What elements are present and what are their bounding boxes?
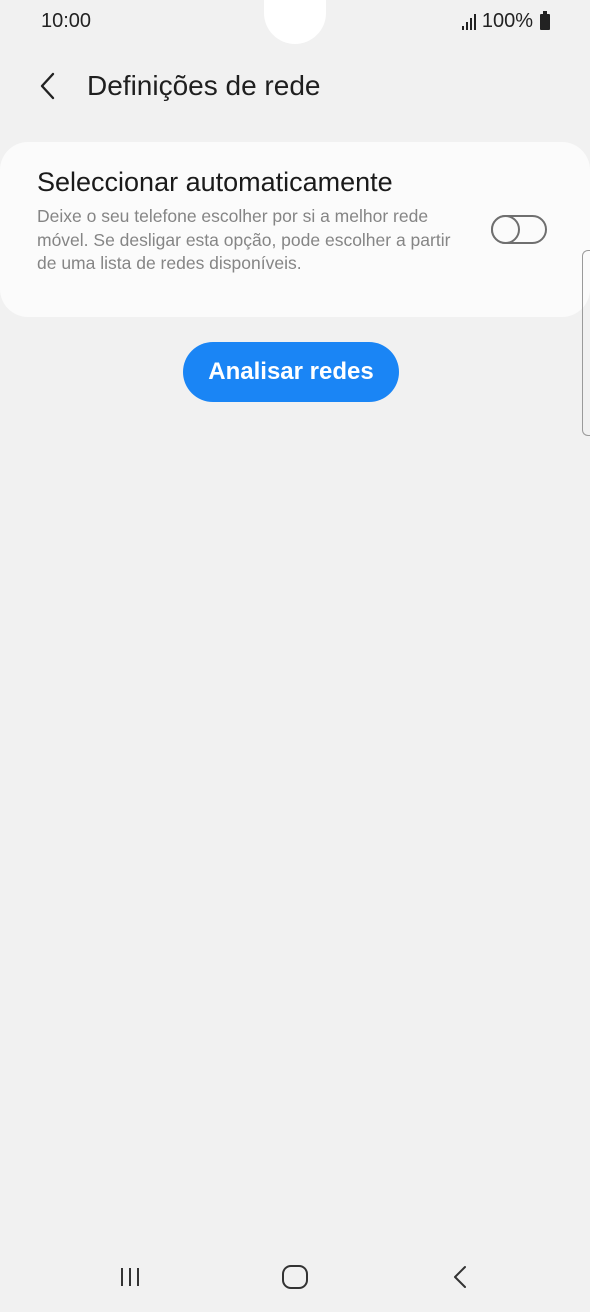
auto-select-card[interactable]: Seleccionar automaticamente Deixe o seu …	[0, 142, 590, 317]
auto-select-toggle[interactable]	[491, 215, 547, 244]
status-bar: 10:00 100%	[0, 0, 590, 44]
home-button[interactable]	[275, 1257, 315, 1297]
camera-notch	[264, 0, 326, 44]
scroll-indicator[interactable]	[582, 250, 590, 436]
recents-icon	[121, 1268, 139, 1286]
chevron-left-icon	[40, 72, 55, 100]
page-title: Definições de rede	[87, 70, 321, 101]
navigation-bar	[0, 1240, 590, 1312]
signal-icon	[461, 13, 476, 30]
auto-select-title: Seleccionar automaticamente	[37, 167, 393, 197]
status-time: 10:00	[41, 10, 92, 32]
status-indicators: 100%	[461, 10, 550, 33]
screen: 10:00 100% Definições de rede Selecciona…	[0, 0, 590, 1312]
toggle-knob	[491, 215, 520, 244]
recents-button[interactable]	[110, 1257, 150, 1297]
nav-back-button[interactable]	[440, 1257, 480, 1297]
back-button[interactable]	[28, 66, 68, 106]
app-header: Definições de rede	[0, 58, 590, 118]
battery-percentage: 100%	[481, 10, 533, 32]
back-icon	[454, 1266, 466, 1288]
auto-select-description: Deixe o seu telefone escolher por si a m…	[37, 206, 451, 273]
home-icon	[282, 1265, 308, 1289]
scan-networks-button[interactable]: Analisar redes	[183, 342, 399, 402]
battery-icon	[540, 10, 550, 30]
